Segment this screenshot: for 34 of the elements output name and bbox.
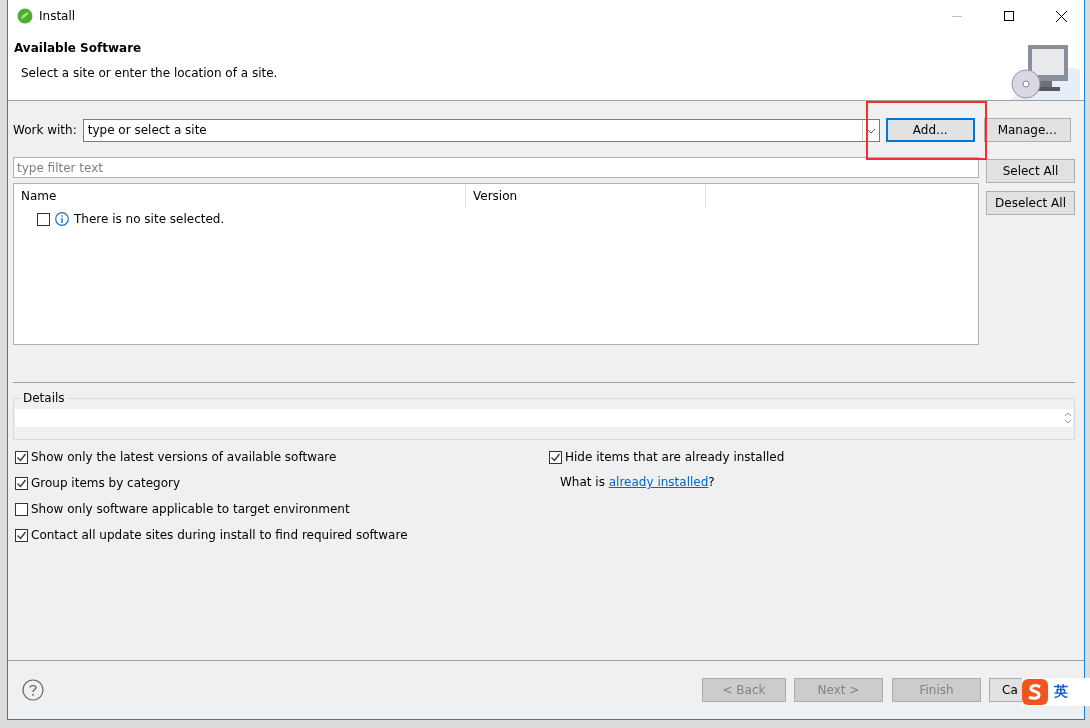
deselect-all-button[interactable]: Deselect All: [986, 191, 1075, 215]
column-header[interactable]: Version: [466, 184, 706, 208]
installed-hint: What is already installed?: [559, 475, 716, 489]
details-label: Details: [22, 391, 66, 405]
select-all-button[interactable]: Select All: [986, 159, 1075, 183]
checkbox[interactable]: [15, 528, 28, 542]
checkbox[interactable]: [15, 502, 28, 516]
checkbox[interactable]: [37, 212, 50, 226]
ime-floating-menu[interactable]: 英: [1022, 678, 1090, 706]
info-icon: [55, 212, 69, 226]
option-label: Contact all update sites during install to find required software: [31, 528, 408, 542]
table-cell: There is no site selected.: [74, 212, 225, 226]
window-title: Install: [39, 9, 77, 23]
option-label: Show only the latest versions of available software: [31, 450, 337, 464]
checkbox[interactable]: [15, 476, 28, 490]
help-icon[interactable]: [22, 679, 44, 701]
column-header[interactable]: Name: [14, 184, 466, 208]
work-with-label: Work with:: [13, 123, 77, 137]
ime-logo-icon: [1022, 679, 1048, 705]
ime-mode-label: 英: [1054, 683, 1068, 701]
page-title: Available Software: [14, 41, 143, 55]
scroll-arrows-icon[interactable]: [1063, 410, 1073, 426]
site-combo-box[interactable]: type or select a site: [82, 118, 880, 142]
already-installed-link[interactable]: already installed: [608, 475, 709, 489]
option-label: Hide items that are already installed: [565, 450, 785, 464]
checkbox[interactable]: [15, 450, 28, 464]
option-label: Group items by category: [31, 476, 181, 490]
page-subtitle: Select a site or enter the location of a site.: [20, 66, 279, 80]
checkbox[interactable]: [549, 450, 562, 464]
add-button[interactable]: Add...: [885, 118, 975, 142]
leaf-logo-icon: [17, 8, 33, 24]
filter-field[interactable]: type filter text: [13, 157, 979, 178]
option-label: Show only software applicable to target environment: [31, 502, 350, 516]
manage-button[interactable]: Manage...: [983, 118, 1071, 142]
